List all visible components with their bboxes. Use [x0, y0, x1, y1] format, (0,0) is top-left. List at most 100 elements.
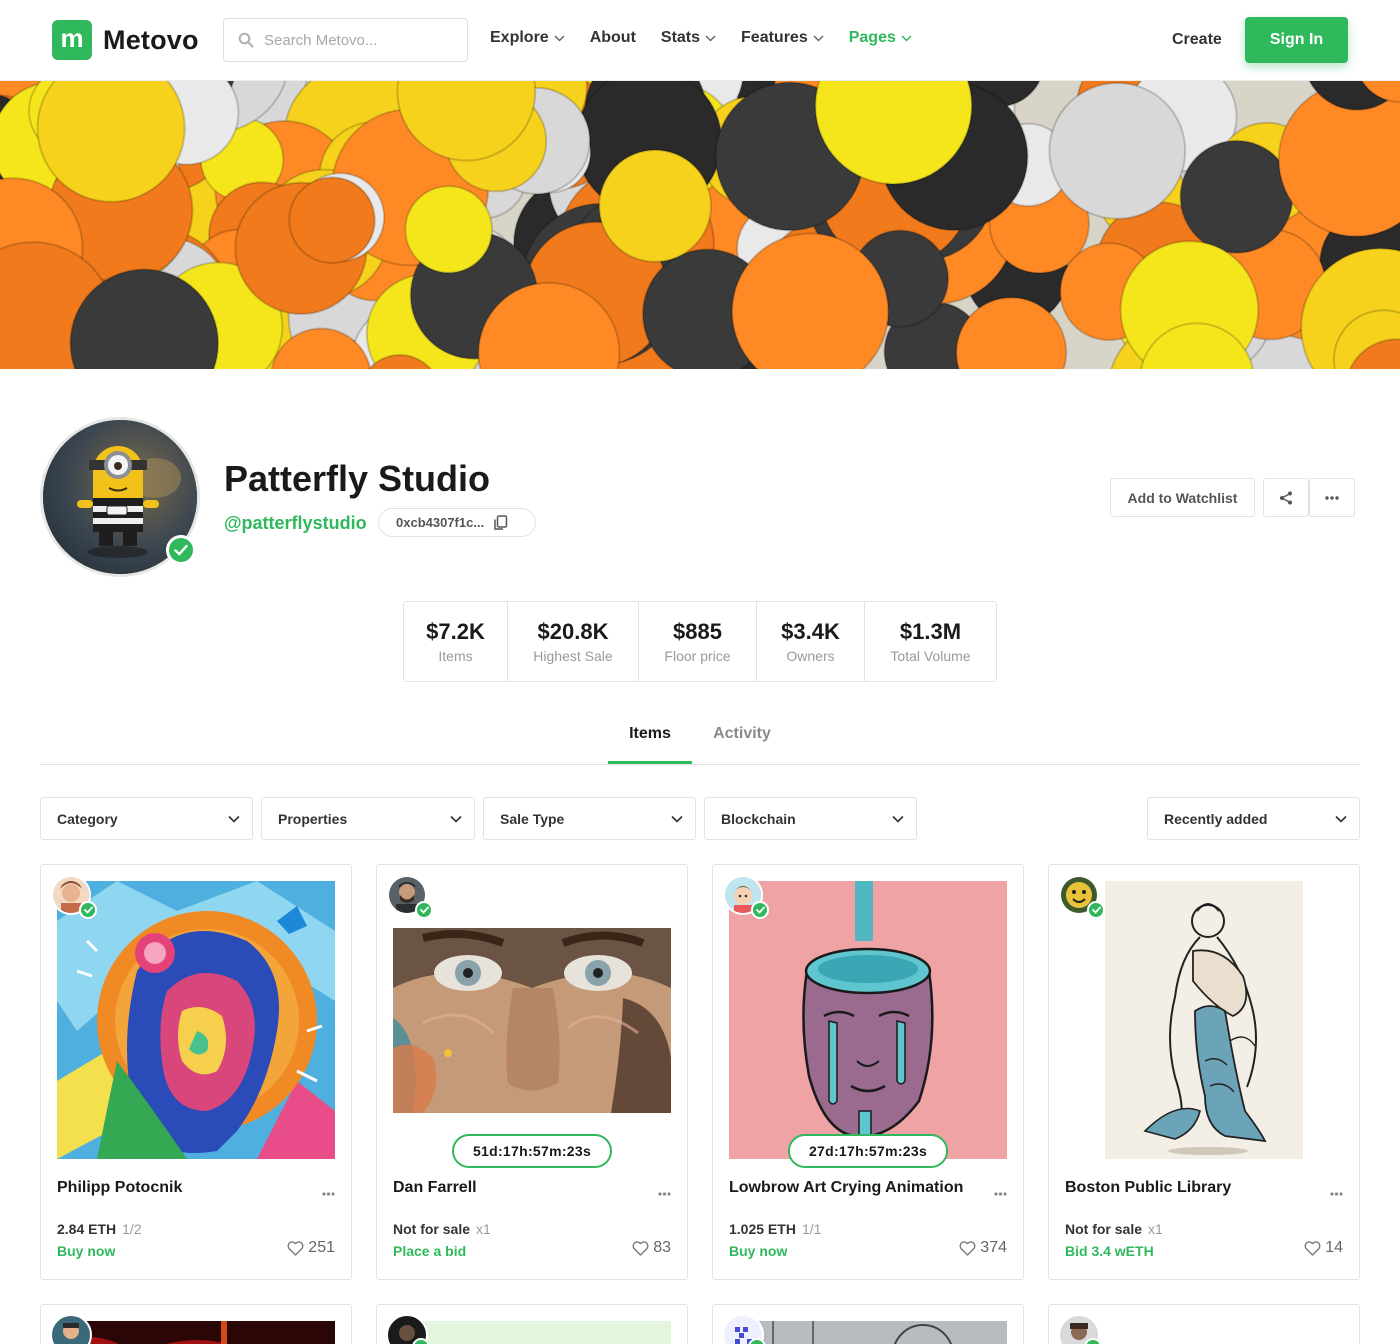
nft-image[interactable] — [729, 881, 1007, 1159]
copy-icon[interactable] — [493, 514, 508, 531]
filter-properties[interactable]: Properties — [261, 797, 475, 840]
like-button[interactable]: 251 — [287, 1239, 335, 1257]
filter-category-label: Category — [57, 810, 118, 827]
stat-value: $3.4K — [781, 619, 840, 644]
search-box[interactable] — [223, 18, 468, 62]
add-to-watchlist-button[interactable]: Add to Watchlist — [1110, 478, 1255, 517]
sort-select[interactable]: Recently added — [1147, 797, 1360, 840]
share-icon — [1280, 491, 1292, 504]
nft-card[interactable] — [712, 1304, 1024, 1344]
nft-card[interactable] — [1048, 1304, 1360, 1344]
search-input[interactable] — [264, 31, 464, 49]
like-button[interactable]: 14 — [1304, 1239, 1343, 1257]
nft-price: Not for sale x1 — [393, 1221, 491, 1237]
nav-features[interactable]: Features — [741, 29, 824, 47]
logo-mark: m — [52, 20, 92, 60]
logo[interactable]: m Metovo — [52, 20, 199, 60]
heart-icon — [632, 1240, 649, 1256]
stat-label: Owners — [786, 648, 835, 664]
wallet-address[interactable]: 0xcb4307f1c... — [378, 508, 536, 537]
nav-features-label: Features — [741, 29, 808, 46]
creator-avatar[interactable] — [1059, 875, 1105, 919]
sign-in-button[interactable]: Sign In — [1245, 17, 1348, 63]
like-button[interactable]: 83 — [632, 1239, 671, 1257]
nft-artwork — [722, 1314, 1007, 1344]
filter-properties-label: Properties — [278, 810, 348, 827]
creator-avatar[interactable] — [723, 875, 769, 919]
more-options-button[interactable] — [1309, 478, 1355, 517]
nft-price-value: 1.025 ETH — [729, 1221, 796, 1237]
main-nav: Explore About Stats Features Pages — [490, 29, 937, 47]
top-navbar: m Metovo Explore About Stats Features Pa… — [0, 0, 1400, 81]
verified-badge-icon — [166, 535, 196, 565]
stat-label: Highest Sale — [533, 648, 613, 664]
nft-price-value: 2.84 ETH — [57, 1221, 117, 1237]
more-icon[interactable] — [994, 1183, 1007, 1201]
profile-handle[interactable]: @patterflystudio — [224, 513, 367, 534]
chevron-down-icon — [1335, 815, 1347, 823]
stat-label: Items — [438, 648, 473, 664]
profile-name: Patterfly Studio — [224, 458, 491, 499]
nav-explore-label: Explore — [490, 29, 549, 46]
nft-action-link[interactable]: Place a bid — [393, 1243, 466, 1259]
nav-pages[interactable]: Pages — [849, 29, 912, 47]
nft-action-link[interactable]: Bid 3.4 wETH — [1065, 1243, 1154, 1259]
creator-avatar[interactable] — [387, 875, 433, 919]
nft-price: 2.84 ETH 1/2 — [57, 1221, 142, 1237]
more-icon[interactable] — [658, 1183, 671, 1201]
nft-card[interactable] — [40, 1304, 352, 1344]
nft-image[interactable] — [1065, 881, 1343, 1159]
like-count: 14 — [1325, 1239, 1343, 1256]
tab-items[interactable]: Items — [608, 725, 692, 743]
cover-image — [0, 81, 1400, 369]
filter-category[interactable]: Category — [40, 797, 253, 840]
nft-title[interactable]: Philipp Potocnik — [57, 1179, 182, 1197]
stat-highest-sale: $20.8K Highest Sale — [508, 602, 639, 681]
chevron-down-icon — [813, 34, 824, 42]
create-link[interactable]: Create — [1172, 31, 1222, 49]
stat-owners: $3.4K Owners — [757, 602, 865, 681]
nft-title[interactable]: Boston Public Library — [1065, 1179, 1231, 1197]
filter-blockchain[interactable]: Blockchain — [704, 797, 917, 840]
nft-card[interactable]: Boston Public Library Not for sale x1 Bid… — [1048, 864, 1360, 1280]
nav-about[interactable]: About — [590, 29, 636, 47]
nft-card[interactable] — [376, 1304, 688, 1344]
stat-label: Total Volume — [890, 648, 971, 664]
verified-icon — [1087, 901, 1105, 919]
tab-activity[interactable]: Activity — [700, 725, 784, 743]
nft-artwork — [1105, 881, 1303, 1159]
chevron-down-icon — [228, 815, 240, 823]
nft-title[interactable]: Dan Farrell — [393, 1179, 477, 1197]
nft-image[interactable] — [57, 881, 335, 1159]
nft-title[interactable]: Lowbrow Art Crying Animation — [729, 1179, 963, 1197]
heart-icon — [959, 1240, 976, 1256]
nft-artwork — [1058, 1314, 1102, 1344]
nav-explore[interactable]: Explore — [490, 29, 565, 47]
stat-value: $20.8K — [537, 619, 609, 644]
like-button[interactable]: 374 — [959, 1239, 1007, 1257]
nft-artwork — [729, 881, 1007, 1159]
nft-edition: x1 — [476, 1221, 491, 1237]
sort-select-label: Recently added — [1164, 810, 1268, 827]
nft-card[interactable]: 51d:17h:57m:23s Dan Farrell Not for sale… — [376, 864, 688, 1280]
chevron-down-icon — [901, 34, 912, 42]
more-icon[interactable] — [1330, 1183, 1343, 1201]
nft-card[interactable]: 27d:17h:57m:23s Lowbrow Art Crying Anima… — [712, 864, 1024, 1280]
filter-sale-type[interactable]: Sale Type — [483, 797, 696, 840]
nft-image[interactable] — [393, 881, 671, 1159]
nft-edition: 1/2 — [122, 1221, 142, 1237]
nav-stats[interactable]: Stats — [661, 29, 716, 47]
search-icon — [238, 32, 254, 48]
more-icon[interactable] — [322, 1183, 335, 1201]
cover-banner — [0, 81, 1400, 369]
stat-items: $7.2K Items — [404, 602, 508, 681]
nft-price: 1.025 ETH 1/1 — [729, 1221, 821, 1237]
nft-card[interactable]: Philipp Potocnik 2.84 ETH 1/2 Buy now 251 — [40, 864, 352, 1280]
nft-action-link[interactable]: Buy now — [729, 1243, 787, 1259]
chevron-down-icon — [671, 815, 683, 823]
creator-avatar[interactable] — [51, 875, 97, 919]
nft-action-link[interactable]: Buy now — [57, 1243, 115, 1259]
share-button[interactable] — [1263, 478, 1309, 517]
active-tab-indicator — [608, 761, 692, 764]
nft-artwork — [57, 881, 335, 1159]
